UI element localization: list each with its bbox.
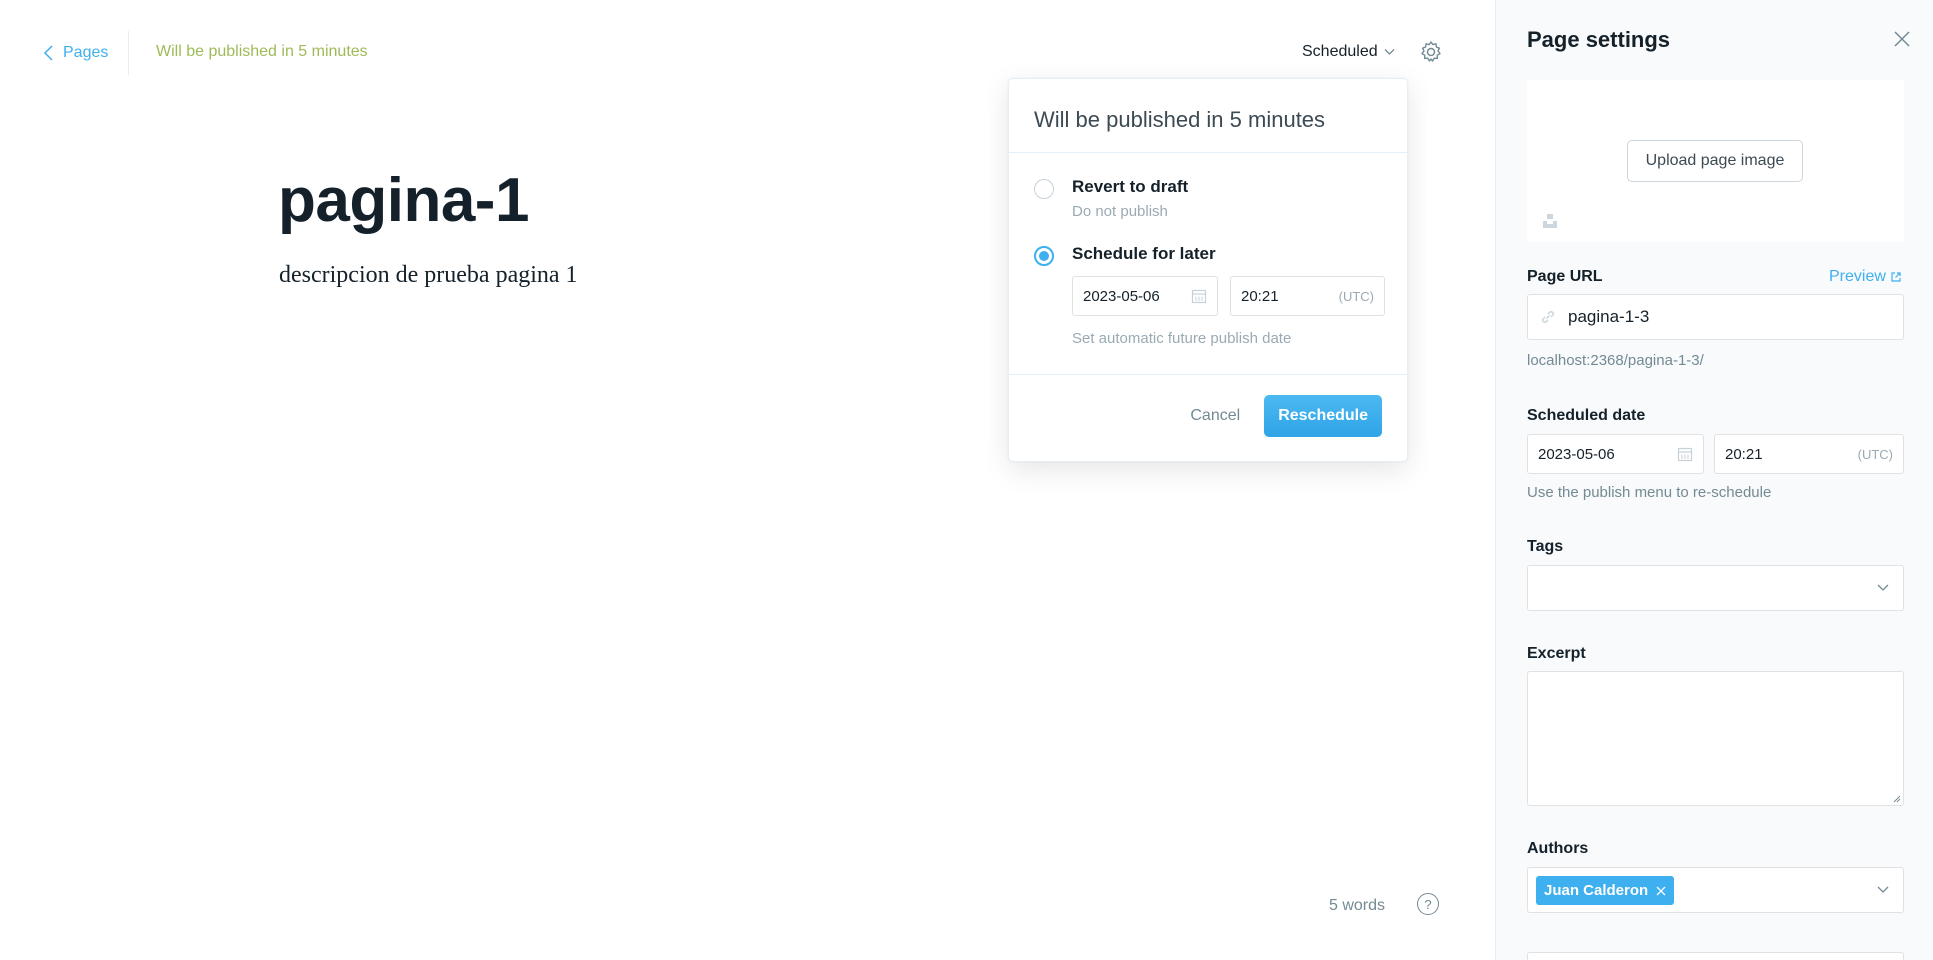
scheduled-date-value: 2023-05-06 — [1538, 445, 1615, 463]
feature-image-box: Upload page image — [1527, 80, 1904, 242]
scheduled-time-value: 20:21 — [1725, 445, 1763, 463]
scheduled-date-input[interactable]: 2023-05-06 — [1527, 434, 1704, 474]
tags-label: Tags — [1527, 538, 1564, 555]
panel-title: Page settings — [1527, 27, 1671, 52]
link-icon — [1542, 311, 1554, 323]
chevron-left-icon — [43, 45, 53, 61]
authors-input[interactable]: Juan Calderon — [1527, 867, 1904, 913]
back-to-pages-link[interactable]: Pages — [43, 44, 108, 62]
preview-label: Preview — [1829, 268, 1886, 285]
chevron-down-icon — [1877, 584, 1889, 591]
close-icon[interactable] — [1656, 886, 1666, 896]
reschedule-button[interactable]: Reschedule — [1264, 395, 1382, 437]
author-name: Juan Calderon — [1544, 882, 1649, 899]
page-title[interactable]: pagina-1 — [278, 163, 529, 239]
word-count: 5 words — [1329, 897, 1386, 914]
page-url-input[interactable]: pagina-1-3 — [1527, 294, 1904, 340]
resize-grip-icon[interactable] — [1893, 795, 1901, 803]
schedule-time-value: 20:21 — [1241, 287, 1279, 305]
publish-menu-label: Scheduled — [1302, 43, 1378, 60]
cancel-button[interactable]: Cancel — [1190, 407, 1240, 425]
header-divider — [128, 31, 129, 75]
timezone-label: (UTC) — [1338, 288, 1374, 304]
page-url-full: localhost:2368/pagina-1-3/ — [1527, 352, 1704, 369]
schedule-time-input[interactable]: 20:21 (UTC) — [1230, 276, 1385, 316]
unsplash-icon[interactable] — [1541, 212, 1559, 230]
calendar-icon — [1191, 289, 1207, 304]
schedule-date-value: 2023-05-06 — [1083, 287, 1160, 305]
option-label: Schedule for later — [1072, 244, 1216, 263]
next-field-edge — [1527, 952, 1904, 960]
option-label: Revert to draft — [1072, 177, 1189, 196]
option-revert-to-draft[interactable]: Revert to draft Do not publish — [1034, 177, 1382, 220]
help-icon[interactable]: ? — [1417, 893, 1439, 915]
calendar-icon — [1677, 447, 1693, 462]
scheduled-hint: Use the publish menu to re-schedule — [1527, 484, 1772, 501]
back-label: Pages — [63, 44, 109, 61]
publish-status: Will be published in 5 minutes — [156, 43, 368, 60]
page-body-text[interactable]: descripcion de prueba pagina 1 — [279, 262, 578, 289]
popover-body: Revert to draft Do not publish Schedule … — [1009, 153, 1407, 375]
page-url-label: Page URL — [1527, 268, 1603, 285]
chevron-down-icon — [1877, 886, 1889, 893]
gear-icon[interactable] — [1419, 40, 1443, 64]
page-url-value: pagina-1-3 — [1568, 307, 1650, 326]
publish-popover: Will be published in 5 minutes Revert to… — [1008, 78, 1408, 462]
popover-footer: Cancel Reschedule — [1009, 375, 1407, 437]
timezone-label: (UTC) — [1857, 446, 1893, 462]
scheduled-time-input[interactable]: 20:21 (UTC) — [1714, 434, 1904, 474]
external-link-icon — [1891, 272, 1901, 282]
upload-image-button[interactable]: Upload page image — [1627, 140, 1803, 182]
radio-schedule[interactable] — [1034, 246, 1054, 266]
option-sub: Do not publish — [1072, 203, 1168, 220]
schedule-date-input[interactable]: 2023-05-06 — [1072, 276, 1218, 316]
scheduled-date-label: Scheduled date — [1527, 407, 1646, 424]
settings-panel: Page settings Upload page image Page URL… — [1495, 0, 1933, 960]
radio-revert[interactable] — [1034, 179, 1054, 199]
schedule-hint: Set automatic future publish date — [1072, 330, 1292, 347]
tags-input[interactable] — [1527, 565, 1904, 611]
close-icon[interactable] — [1893, 30, 1911, 48]
excerpt-label: Excerpt — [1527, 645, 1586, 662]
option-schedule-for-later[interactable]: Schedule for later 2023-05-06 20:21 (UTC… — [1034, 244, 1385, 347]
excerpt-textarea[interactable] — [1527, 671, 1904, 806]
preview-link[interactable]: Preview — [1829, 268, 1901, 286]
authors-label: Authors — [1527, 840, 1589, 857]
chevron-down-icon — [1384, 49, 1395, 55]
author-token[interactable]: Juan Calderon — [1536, 876, 1675, 905]
publish-menu-trigger[interactable]: Scheduled — [1302, 43, 1395, 61]
popover-title: Will be published in 5 minutes — [1009, 79, 1407, 153]
